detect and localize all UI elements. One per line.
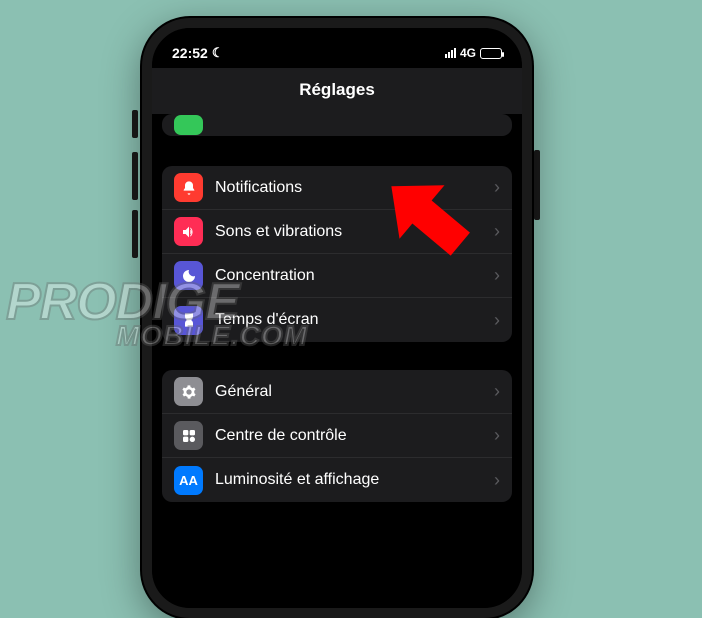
settings-row-general[interactable]: Général › [162, 370, 512, 414]
settings-row-label: Général [215, 383, 494, 401]
sounds-icon [174, 217, 203, 246]
phone-volume-down [132, 210, 138, 258]
settings-row-label: Concentration [215, 267, 494, 285]
settings-group-partial [162, 114, 512, 136]
settings-row-screentime[interactable]: Temps d'écran › [162, 298, 512, 342]
do-not-disturb-icon: ☾ [212, 45, 224, 61]
phone-frame: 22:52 ☾ 4G Réglages Notifications [142, 18, 532, 618]
settings-row-icon [174, 115, 203, 135]
chevron-right-icon: › [494, 425, 500, 446]
settings-row-notifications[interactable]: Notifications › [162, 166, 512, 210]
battery-icon [480, 48, 502, 59]
phone-side-button [132, 110, 138, 138]
phone-power-button [534, 150, 540, 220]
chevron-right-icon: › [494, 177, 500, 198]
phone-volume-up [132, 152, 138, 200]
control-center-icon [174, 421, 203, 450]
focus-icon [174, 261, 203, 290]
notch [257, 28, 417, 56]
display-icon: AA [174, 466, 203, 495]
settings-row-focus[interactable]: Concentration › [162, 254, 512, 298]
chevron-right-icon: › [494, 265, 500, 286]
screentime-icon [174, 306, 203, 335]
notifications-icon [174, 173, 203, 202]
network-label: 4G [460, 46, 476, 60]
general-icon [174, 377, 203, 406]
settings-row-label: Luminosité et affichage [215, 471, 494, 489]
settings-row-label: Notifications [215, 179, 494, 197]
settings-row-control-center[interactable]: Centre de contrôle › [162, 414, 512, 458]
settings-row-label: Sons et vibrations [215, 223, 494, 241]
screen: 22:52 ☾ 4G Réglages Notifications [152, 28, 522, 608]
status-time: 22:52 [172, 45, 208, 61]
signal-icon [445, 48, 456, 58]
chevron-right-icon: › [494, 310, 500, 331]
settings-row-sounds[interactable]: Sons et vibrations › [162, 210, 512, 254]
chevron-right-icon: › [494, 470, 500, 491]
settings-group: Notifications › Sons et vibrations › Con… [162, 166, 512, 342]
settings-row-label: Centre de contrôle [215, 427, 494, 445]
chevron-right-icon: › [494, 381, 500, 402]
settings-row-display[interactable]: AA Luminosité et affichage › [162, 458, 512, 502]
chevron-right-icon: › [494, 221, 500, 242]
settings-group: Général › Centre de contrôle › AA Lumino… [162, 370, 512, 502]
settings-row-label: Temps d'écran [215, 311, 494, 329]
page-title: Réglages [152, 68, 522, 114]
